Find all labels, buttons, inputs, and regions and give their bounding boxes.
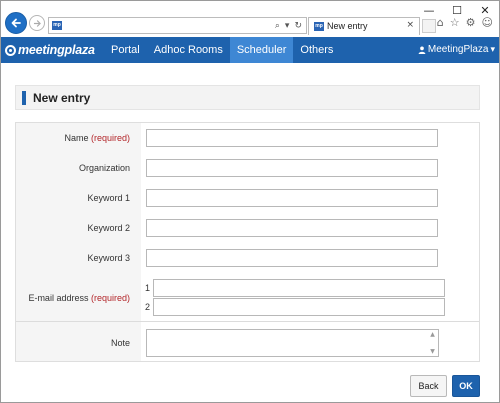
back-button[interactable]: Back bbox=[410, 375, 447, 397]
keyword3-label: Keyword 3 bbox=[87, 253, 130, 263]
keyword2-input[interactable] bbox=[146, 219, 438, 237]
scroll-down-icon[interactable]: ▼ bbox=[430, 348, 435, 355]
ok-button[interactable]: OK bbox=[452, 375, 480, 397]
back-arrow-icon bbox=[11, 18, 21, 28]
email-label: E-mail address (required) bbox=[28, 293, 130, 303]
label-column bbox=[16, 123, 141, 361]
refresh-icon[interactable]: ↻ bbox=[294, 19, 302, 33]
new-tab-button[interactable] bbox=[422, 19, 436, 33]
keyword2-label: Keyword 2 bbox=[87, 223, 130, 233]
favorites-star-icon[interactable]: ☆ bbox=[450, 16, 460, 29]
required-marker: (required) bbox=[90, 133, 130, 143]
organization-input[interactable] bbox=[146, 159, 438, 177]
page-title: New entry bbox=[33, 91, 91, 105]
nav-item-scheduler[interactable]: Scheduler bbox=[229, 37, 294, 63]
app-navbar: meetingplaza Portal Adhoc Rooms Schedule… bbox=[1, 37, 499, 63]
user-menu[interactable]: MeetingPlaza ▾ bbox=[418, 37, 495, 63]
name-label: Name (required) bbox=[64, 133, 130, 143]
email-index-2: 2 bbox=[145, 302, 151, 312]
tab-close-icon[interactable]: × bbox=[406, 20, 414, 30]
chevron-down-icon: ▾ bbox=[490, 45, 495, 55]
meetingplaza-logo[interactable]: meetingplaza bbox=[5, 42, 95, 58]
browser-tab[interactable]: mp New entry × bbox=[308, 17, 420, 35]
logo-text: meetingplaza bbox=[18, 43, 95, 57]
forward-button[interactable] bbox=[29, 15, 45, 31]
browser-toolbar: ⌂ ☆ ⚙ ☺ bbox=[437, 16, 493, 29]
nav-item-others[interactable]: Others bbox=[293, 37, 340, 63]
settings-gear-icon[interactable]: ⚙ bbox=[466, 16, 476, 29]
form-divider bbox=[16, 321, 479, 322]
home-icon[interactable]: ⌂ bbox=[437, 16, 444, 29]
keyword1-input[interactable] bbox=[146, 189, 438, 207]
site-favicon-icon: mp bbox=[52, 21, 62, 30]
nav-item-adhoc-rooms[interactable]: Adhoc Rooms bbox=[147, 37, 230, 63]
tab-favicon-icon: mp bbox=[314, 22, 324, 31]
address-tools: ⌕ ▾ ↻ bbox=[275, 19, 302, 33]
back-button[interactable] bbox=[5, 12, 27, 34]
email-input-1[interactable] bbox=[153, 279, 445, 297]
note-textarea[interactable]: ▲ ▼ bbox=[146, 329, 439, 357]
user-name: MeetingPlaza bbox=[427, 44, 489, 55]
logo-mark-icon bbox=[5, 44, 16, 56]
tab-title: New entry bbox=[327, 21, 368, 31]
smiley-feedback-icon[interactable]: ☺ bbox=[482, 16, 493, 29]
name-input[interactable] bbox=[146, 129, 438, 147]
main-nav: Portal Adhoc Rooms Scheduler Others bbox=[104, 37, 340, 63]
user-icon bbox=[418, 46, 426, 54]
dropdown-icon[interactable]: ▾ bbox=[285, 19, 290, 33]
address-bar[interactable]: mp ⌕ ▾ ↻ bbox=[48, 17, 307, 34]
keyword3-input[interactable] bbox=[146, 249, 438, 267]
keyword1-label: Keyword 1 bbox=[87, 193, 130, 203]
entry-form: Name (required) Organization Keyword 1 K… bbox=[15, 122, 480, 362]
page-heading: New entry bbox=[15, 85, 480, 110]
heading-accent bbox=[22, 91, 26, 105]
nav-item-portal[interactable]: Portal bbox=[104, 37, 147, 63]
scroll-up-icon[interactable]: ▲ bbox=[430, 331, 435, 338]
forward-arrow-icon bbox=[33, 19, 41, 27]
required-marker: (required) bbox=[90, 293, 130, 303]
email-index-1: 1 bbox=[145, 283, 151, 293]
browser-window: — ☐ ✕ mp ⌕ ▾ ↻ mp New entry × ⌂ ☆ ⚙ ☺ me… bbox=[0, 0, 500, 403]
email-input-2[interactable] bbox=[153, 298, 445, 316]
note-label: Note bbox=[110, 338, 130, 348]
search-icon[interactable]: ⌕ bbox=[275, 19, 280, 33]
organization-label: Organization bbox=[78, 163, 130, 173]
note-scrollbar[interactable]: ▲ ▼ bbox=[428, 331, 437, 355]
